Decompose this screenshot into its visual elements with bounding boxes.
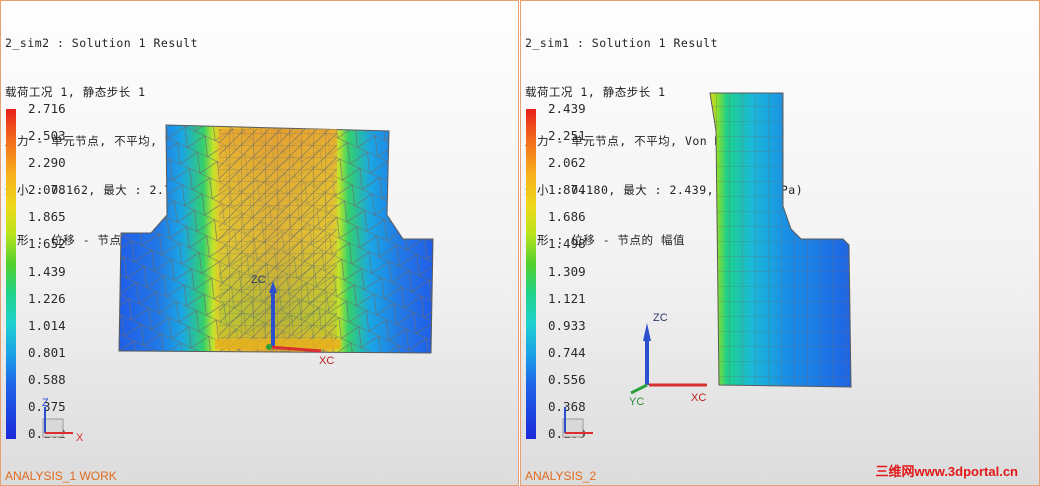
mini-x-label: X [76, 432, 84, 444]
yc-label: YC [629, 396, 644, 408]
analysis-label: ANALYSIS_2 [525, 469, 597, 483]
yc-axis [630, 383, 648, 395]
zc-arrow-icon [643, 323, 651, 341]
viewport-analysis-2[interactable]: 2_sim1 : Solution 1 Result 载荷工况 1, 静态步长 … [520, 0, 1040, 486]
xc-label: XC [319, 355, 334, 367]
fea-model-view[interactable]: ZC XC Z X [1, 1, 519, 486]
analysis-label: ANALYSIS_1 WORK [5, 469, 117, 483]
fea-model-view[interactable]: ZC XC YC [521, 1, 1040, 486]
zc-label: ZC [251, 274, 266, 286]
zc-label: ZC [653, 312, 668, 324]
origin-icon [266, 344, 272, 350]
viewport-analysis-1[interactable]: 2_sim2 : Solution 1 Result 载荷工况 1, 静态步长 … [0, 0, 519, 486]
xc-label: XC [691, 392, 706, 404]
mini-z-label: Z [42, 397, 49, 409]
mesh-overlay [710, 93, 851, 387]
core-mesh [219, 129, 337, 349]
watermark: 三维网www.3dportal.cn [875, 464, 1018, 479]
